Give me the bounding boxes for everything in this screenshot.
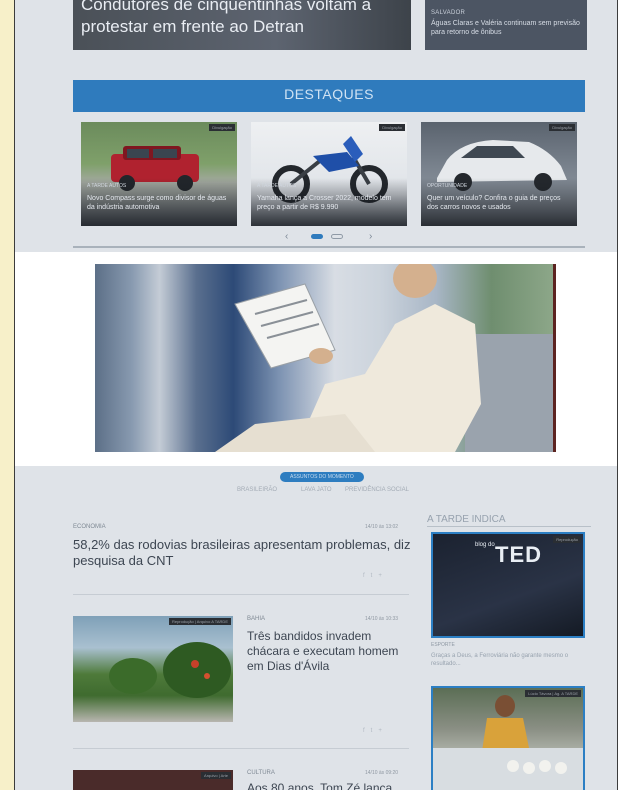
article-divider (73, 748, 409, 749)
card-caption[interactable]: Quer um veículo? Confira o guia de preço… (427, 194, 573, 212)
sidebar-description[interactable]: Graças a Deus, a Ferroviária não garante… (431, 652, 585, 668)
carousel-dot-active[interactable] (311, 234, 323, 239)
article-kicker: ECONOMIA (73, 524, 106, 530)
share-icons[interactable]: ft+ (363, 573, 388, 579)
facebook-icon[interactable]: f (363, 573, 371, 579)
article-time: 14/10 às 09:20 (365, 770, 399, 776)
article-headline[interactable]: 58,2% das rodovias brasileiras apresenta… (73, 537, 413, 569)
man-reading-illustration (215, 264, 556, 452)
sidebar-title: A TARDE INDICA (427, 514, 506, 525)
sidebar-kicker: ESPORTE (431, 642, 455, 648)
article-divider (73, 594, 409, 595)
article-thumbnail[interactable]: Reprodução | Arquivo A TARDE (73, 616, 233, 722)
photo-credit: Arquivo | Arte (201, 772, 231, 779)
card-kicker: OPORTUNIDADE (427, 183, 468, 189)
trending-link[interactable]: PREVIDÊNCIA SOCIAL (345, 487, 409, 493)
hero-headline[interactable]: Condutores de cinquentinhas voltam a pro… (81, 0, 411, 38)
news-list-section: ASSUNTOS DO MOMENTO BRASILEIRÃO LAVA JAT… (15, 466, 617, 790)
card-kicker: A TARDE AUTOS (257, 183, 297, 189)
trending-link[interactable]: LAVA JATO (301, 487, 332, 493)
ted-logo: TED (495, 542, 542, 567)
more-icon[interactable]: + (378, 728, 388, 734)
photo-credit: Divulgação (209, 124, 235, 131)
carousel-dot[interactable] (331, 234, 343, 239)
article-kicker: CULTURA (247, 770, 275, 776)
photo-credit: Divulgação (549, 124, 575, 131)
man-reading-newspaper-photo (95, 264, 556, 452)
trending-topics-pill: ASSUNTOS DO MOMENTO (280, 472, 364, 482)
sidebar-divider (427, 526, 591, 527)
card-kicker: A TARDE AUTOS (87, 183, 127, 189)
destaques-title: DESTAQUES (284, 86, 374, 102)
photo-credit: Lúcio Távora | Ag. A TARDE (525, 690, 581, 697)
destaque-card[interactable]: Divulgação A TARDE AUTOS Yamaha lança a … (251, 122, 407, 226)
sidebar-card[interactable]: Lúcio Távora | Ag. A TARDE (431, 686, 585, 790)
photo-edge (553, 264, 556, 452)
facebook-icon[interactable]: f (363, 728, 371, 734)
market-vendor-illustration (433, 695, 583, 790)
more-icon[interactable]: + (378, 573, 388, 579)
photo-credit: Reprodução | Arquivo A TARDE (168, 618, 231, 625)
destaque-card[interactable]: Divulgação A TARDE AUTOS Novo Compass su… (81, 122, 237, 226)
sidebar-card[interactable]: blog do TED Reprodução (431, 532, 585, 638)
section-divider (73, 246, 585, 248)
photo-credit: Divulgação (379, 124, 405, 131)
carousel-next-button[interactable]: › (369, 231, 372, 242)
trending-link[interactable]: BRASILEIRÃO (237, 487, 277, 493)
article-headline[interactable]: Aos 80 anos, Tom Zé lança (247, 781, 417, 790)
article-headline[interactable]: Três bandidos invadem chácara e executam… (247, 629, 407, 674)
top-news-section: Condutores de cinquentinhas voltam a pro… (15, 0, 617, 252)
trees-illustration (109, 642, 231, 698)
side-news-kicker: SALVADOR (431, 10, 466, 16)
share-icons[interactable]: ft+ (363, 728, 388, 734)
side-news-headline[interactable]: Águas Claras e Valéria continuam sem pre… (431, 19, 581, 37)
article-kicker: BAHIA (247, 616, 266, 622)
article-thumbnail[interactable]: Arquivo | Arte (73, 770, 233, 790)
card-caption[interactable]: Novo Compass surge como divisor de águas… (87, 194, 233, 212)
article-time: 14/10 às 10:33 (365, 616, 399, 622)
blog-label: blog do (475, 542, 495, 548)
card-caption[interactable]: Yamaha lança a Crosser 2022, modelo tem … (257, 194, 403, 212)
destaque-card[interactable]: Divulgação OPORTUNIDADE Quer um veículo?… (421, 122, 577, 226)
carousel-prev-button[interactable]: ‹ (285, 231, 288, 242)
photo-credit: Reprodução (553, 536, 581, 543)
screenshot-frame: Condutores de cinquentinhas voltam a pro… (14, 0, 618, 790)
article-time: 14/10 às 13:02 (365, 524, 399, 530)
